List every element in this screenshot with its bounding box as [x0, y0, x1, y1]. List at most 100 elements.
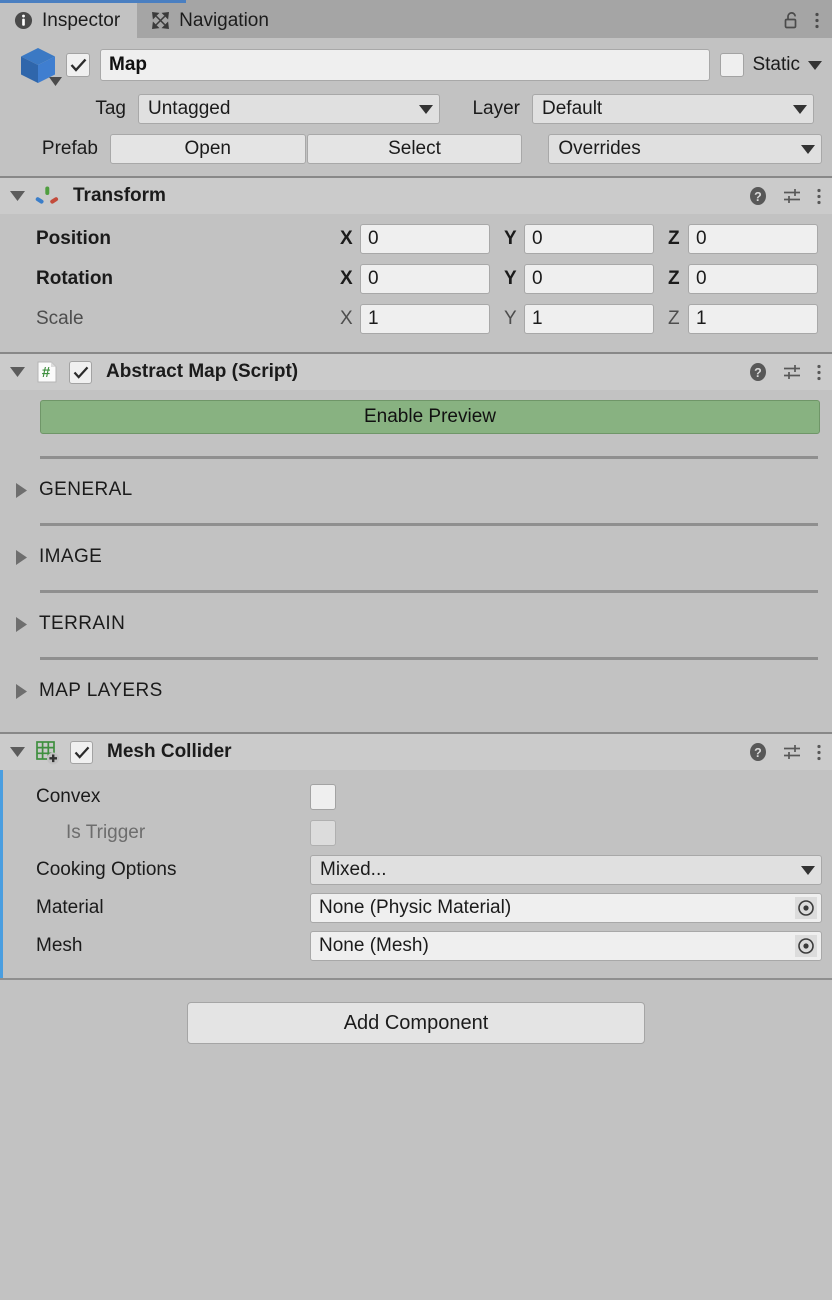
prefab-open-label: Open — [184, 138, 231, 159]
transform-position-row: Position X 0 Y 0 Z 0 — [10, 222, 822, 256]
kebab-menu-icon[interactable] — [816, 363, 822, 382]
foldout-expanded-icon[interactable] — [10, 747, 25, 757]
preset-sliders-icon[interactable] — [782, 362, 802, 382]
is-trigger-checkbox — [310, 820, 336, 846]
layer-dropdown[interactable]: Default — [532, 94, 814, 124]
rotation-x-input[interactable]: 0 — [360, 264, 490, 294]
object-picker-icon[interactable] — [795, 897, 817, 919]
position-y-value: 0 — [532, 228, 543, 249]
component-abstract-map-body: Enable Preview GENERAL IMAGE TERRAIN MAP… — [0, 400, 832, 710]
prefab-overrides-value: Overrides — [558, 138, 641, 159]
foldout-collapsed-icon — [16, 482, 27, 498]
svg-text:?: ? — [754, 190, 762, 204]
help-icon[interactable]: ? — [748, 362, 768, 382]
mesh-object-field[interactable]: None (Mesh) — [310, 931, 822, 961]
mesh-collider-mesh-row: Mesh None (Mesh) — [10, 930, 822, 962]
component-transform-body: Position X 0 Y 0 Z 0 Rotation X 0 Y 0 Z … — [0, 214, 832, 352]
static-label: Static — [752, 54, 800, 75]
enable-preview-label: Enable Preview — [363, 406, 497, 427]
abstract-map-enabled-checkbox[interactable] — [69, 360, 92, 384]
chevron-down-icon — [49, 77, 62, 86]
component-abstract-map-actions: ? — [748, 362, 822, 382]
prefab-select-button[interactable]: Select — [306, 134, 523, 164]
component-abstract-map-header[interactable]: # Abstract Map (Script) ? — [0, 352, 832, 390]
tab-inspector[interactable]: Inspector — [0, 3, 138, 38]
transform-axis-icon — [35, 184, 59, 208]
position-y-input[interactable]: 0 — [524, 224, 654, 254]
gameobject-enabled-checkbox[interactable] — [66, 53, 90, 77]
rotation-y-input[interactable]: 0 — [524, 264, 654, 294]
rotation-axis-y-label: Y — [504, 268, 517, 289]
material-value: None (Physic Material) — [319, 897, 512, 918]
enable-preview-button[interactable]: Enable Preview — [40, 400, 820, 434]
rotation-y-value: 0 — [532, 268, 543, 289]
inspector-window: Inspector Navigation Map Static Tag Unta… — [0, 0, 832, 1300]
rotation-z-input[interactable]: 0 — [688, 264, 818, 294]
kebab-menu-icon[interactable] — [816, 187, 822, 206]
prefab-overrides-dropdown[interactable]: Overrides — [548, 134, 823, 164]
tab-navigation[interactable]: Navigation — [137, 3, 286, 38]
svg-text:?: ? — [754, 366, 762, 380]
gameobject-header: Map Static Tag Untagged Layer Default Pr… — [0, 38, 832, 176]
material-object-field[interactable]: None (Physic Material) — [310, 893, 822, 923]
svg-text:?: ? — [754, 746, 762, 760]
scale-y-input[interactable]: 1 — [524, 304, 654, 334]
chevron-down-icon — [419, 104, 433, 114]
foldout-terrain-label: TERRAIN — [39, 613, 126, 634]
mesh-collider-enabled-checkbox[interactable] — [70, 740, 93, 764]
add-component-button[interactable]: Add Component — [187, 1002, 645, 1044]
scale-axis-x-label: X — [340, 308, 353, 329]
foldout-expanded-icon[interactable] — [10, 367, 25, 377]
position-z-input[interactable]: 0 — [688, 224, 818, 254]
mesh-collider-material-row: Material None (Physic Material) — [10, 892, 822, 924]
mesh-collider-cooking-options-row: Cooking Options Mixed... — [10, 854, 822, 886]
scale-axis-z-label: Z — [668, 308, 680, 329]
position-x-input[interactable]: 0 — [360, 224, 490, 254]
component-transform-header[interactable]: Transform ? — [0, 176, 832, 214]
foldout-expanded-icon[interactable] — [10, 191, 25, 201]
scale-x-input[interactable]: 1 — [360, 304, 490, 334]
layer-value: Default — [542, 98, 603, 119]
component-transform-title: Transform — [73, 185, 166, 206]
position-axis-z-label: Z — [668, 228, 680, 249]
help-icon[interactable]: ? — [748, 186, 768, 206]
position-x-value: 0 — [368, 228, 379, 249]
component-mesh-collider-header[interactable]: Mesh Collider ? — [0, 732, 832, 770]
prefab-open-button[interactable]: Open — [109, 134, 306, 164]
layer-label: Layer — [472, 98, 520, 119]
gameobject-icon-button[interactable] — [10, 42, 66, 88]
kebab-menu-icon[interactable] — [816, 743, 822, 762]
prefab-select-label: Select — [388, 138, 441, 159]
convex-checkbox[interactable] — [310, 784, 336, 810]
material-label: Material — [36, 897, 104, 918]
preset-sliders-icon[interactable] — [782, 742, 802, 762]
window-tab-bar: Inspector Navigation — [0, 0, 832, 38]
foldout-map-layers[interactable]: MAP LAYERS — [0, 660, 832, 702]
svg-text:#: # — [42, 364, 51, 381]
cooking-options-value: Mixed... — [320, 859, 387, 880]
script-hash-icon: # — [35, 360, 59, 384]
rotation-axis-z-label: Z — [668, 268, 680, 289]
foldout-general[interactable]: GENERAL — [0, 459, 832, 501]
foldout-image-label: IMAGE — [39, 546, 103, 567]
object-picker-icon[interactable] — [795, 935, 817, 957]
cooking-options-dropdown[interactable]: Mixed... — [310, 855, 822, 885]
foldout-image[interactable]: IMAGE — [0, 526, 832, 568]
static-checkbox[interactable] — [720, 53, 745, 77]
scale-z-value: 1 — [696, 308, 707, 329]
rotation-label: Rotation — [36, 268, 114, 289]
navigation-move-icon — [151, 11, 170, 30]
scale-x-value: 1 — [368, 308, 379, 329]
preset-sliders-icon[interactable] — [782, 186, 802, 206]
gameobject-name-input[interactable]: Map — [100, 49, 711, 81]
foldout-terrain[interactable]: TERRAIN — [0, 593, 832, 635]
position-axis-x-label: X — [340, 228, 353, 249]
scale-z-input[interactable]: 1 — [688, 304, 818, 334]
static-dropdown-caret-icon[interactable] — [808, 60, 822, 70]
help-icon[interactable]: ? — [748, 742, 768, 762]
is-trigger-label: Is Trigger — [66, 822, 146, 843]
scale-y-value: 1 — [532, 308, 543, 329]
lock-open-icon[interactable] — [783, 11, 800, 30]
tag-dropdown[interactable]: Untagged — [138, 94, 440, 124]
kebab-menu-icon[interactable] — [814, 11, 820, 30]
